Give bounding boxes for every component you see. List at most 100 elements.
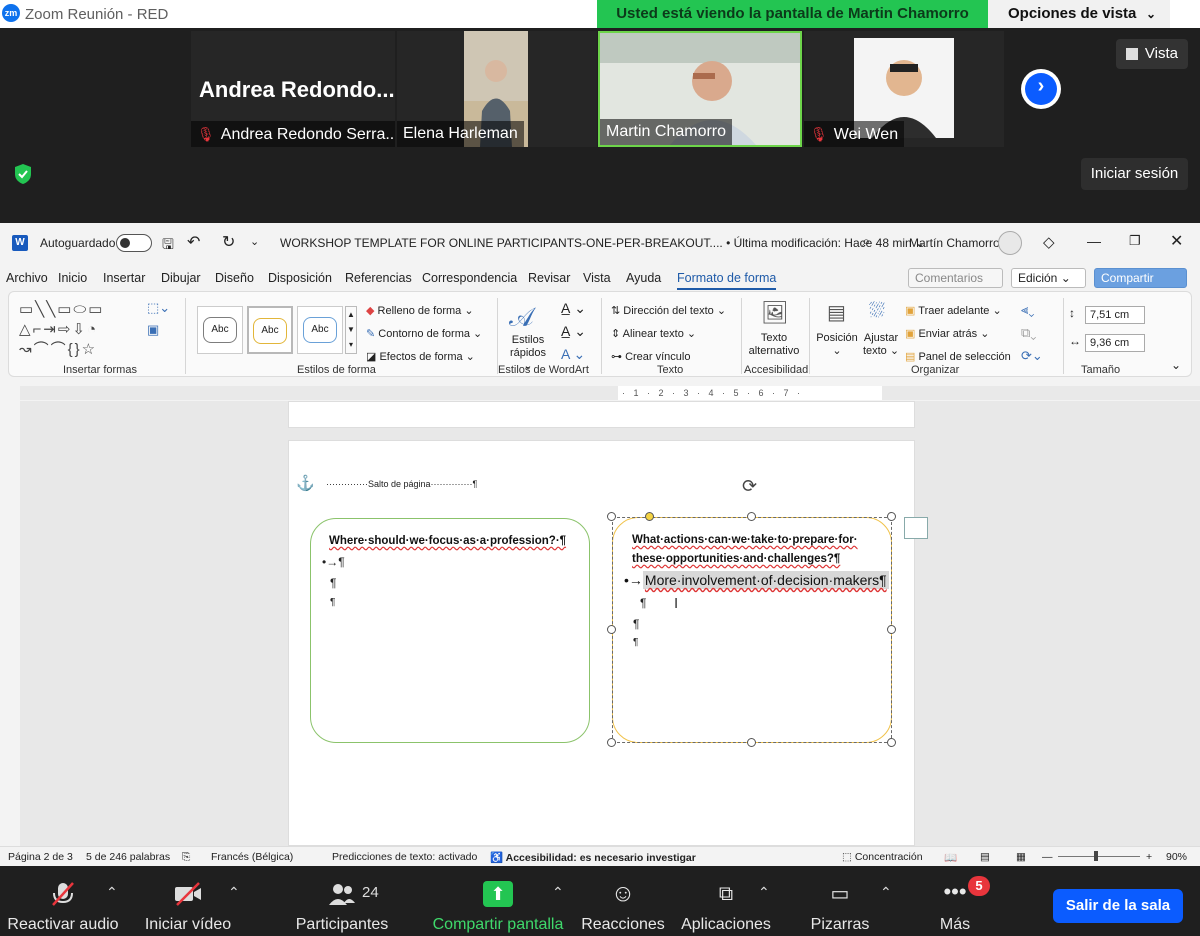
paragraph-mark[interactable]: ¶ [633, 637, 638, 648]
read-mode-icon[interactable]: 📖 [944, 851, 957, 864]
close-icon[interactable]: ✕ [1170, 231, 1183, 251]
vertical-ruler[interactable] [0, 401, 20, 846]
position-button[interactable]: Posición ⌄ [815, 332, 859, 358]
zoom-slider[interactable] [1058, 856, 1140, 857]
collapse-ribbon-icon[interactable]: ⌄ [1171, 358, 1181, 372]
resize-handle-s[interactable] [747, 738, 756, 747]
resize-handle-w[interactable] [607, 625, 616, 634]
tab-revisar[interactable]: Revisar [528, 271, 570, 285]
search-icon[interactable]: ⌕ [862, 233, 870, 250]
tab-dibujar[interactable]: Dibujar [161, 271, 201, 285]
rotate-menu-icon[interactable]: ⟳⌄ [1021, 348, 1043, 364]
shape-height-input[interactable]: 7,51 cm [1085, 306, 1145, 324]
start-video-button[interactable]: Iniciar vídeo [140, 866, 236, 936]
minimize-icon[interactable]: — [1087, 233, 1101, 249]
shapes-gallery[interactable]: ▭╲╲▭⬭▭ △⌐⇥⇨⇩◔ ↝⌒⌒{}☆ [19, 300, 141, 358]
text-box-icon[interactable]: ▣ [147, 322, 159, 338]
layout-options-icon[interactable] [904, 517, 928, 539]
resize-handle-sw[interactable] [607, 738, 616, 747]
participant-tile-andrea[interactable]: Andrea Redondo... 🎙︎ Andrea Redondo Serra… [191, 31, 395, 147]
resize-handle-e[interactable] [887, 625, 896, 634]
horizontal-ruler[interactable] [20, 386, 1200, 400]
tab-ayuda[interactable]: Ayuda [626, 271, 661, 285]
group-icon[interactable]: ⧉⌄ [1021, 325, 1036, 341]
style-gallery-scroll[interactable]: ▲ ▼ ▾ [345, 306, 357, 354]
apps-options-caret-icon[interactable]: ⌃ [758, 884, 770, 901]
unmute-audio-button[interactable]: Reactivar audio [0, 866, 126, 936]
left-bullet-paragraph[interactable]: •→¶ [322, 555, 345, 569]
gallery-next-button[interactable]: › [1021, 69, 1061, 109]
wrap-text-icon[interactable]: ⛆ [869, 300, 885, 323]
apps-button[interactable]: ⧉ Aplicaciones [680, 866, 772, 936]
shape-style-3[interactable]: Abc [297, 306, 343, 354]
zoom-slider-thumb[interactable] [1094, 851, 1098, 861]
resize-handle-ne[interactable] [887, 512, 896, 521]
tab-referencias[interactable]: Referencias [345, 271, 412, 285]
resize-handle-se[interactable] [887, 738, 896, 747]
zoom-in-icon[interactable]: + [1146, 851, 1152, 863]
shape-width-input[interactable]: 9,36 cm [1085, 334, 1145, 352]
reactions-button[interactable]: ☺ Reacciones [580, 866, 666, 936]
right-question[interactable]: What·actions·can·we·take·to·prepare·for·… [632, 531, 858, 569]
zoom-out-icon[interactable]: — [1042, 851, 1053, 863]
tab-diseno[interactable]: Diseño [215, 271, 254, 285]
whiteboards-caret-icon[interactable]: ⌃ [880, 884, 892, 901]
tab-insertar[interactable]: Insertar [103, 271, 145, 285]
participant-tile-martin[interactable]: Martin Chamorro [598, 31, 802, 147]
print-layout-icon[interactable]: ▤ [980, 851, 990, 863]
shape-outline-button[interactable]: ✎ Contorno de forma ⌄ [366, 327, 482, 340]
proofing-icon[interactable]: ⎘ [182, 851, 190, 864]
anchor-icon[interactable]: ⚓ [296, 474, 315, 492]
text-effects-icon[interactable]: A ⌄ [561, 346, 585, 363]
tab-vista[interactable]: Vista [583, 271, 611, 285]
avatar[interactable] [998, 231, 1022, 255]
participants-button[interactable]: Participantes [288, 866, 396, 936]
shape-fill-button[interactable]: ◆ Relleno de forma ⌄ [366, 304, 474, 317]
web-layout-icon[interactable]: ▦ [1016, 851, 1026, 863]
tab-formato-de-forma[interactable]: Formato de forma [677, 271, 777, 290]
paragraph-mark[interactable]: ¶ [640, 596, 646, 610]
word-share-button[interactable]: Compartir [1094, 268, 1187, 288]
text-direction-button[interactable]: ⇅ Dirección del texto ⌄ [611, 304, 726, 317]
quick-styles-icon[interactable]: 𝒜 [509, 302, 534, 334]
resize-handle-nw[interactable] [607, 512, 616, 521]
bring-forward-button[interactable]: ▣ Traer adelante ⌄ [905, 304, 1002, 317]
tab-correspondencia[interactable]: Correspondencia [422, 271, 517, 285]
resize-handle-n[interactable] [747, 512, 756, 521]
view-button[interactable]: Vista [1116, 39, 1188, 69]
audio-options-caret-icon[interactable]: ⌃ [106, 884, 118, 901]
align-icon[interactable]: ⫷⌄ [1021, 302, 1034, 318]
restore-icon[interactable]: ❐ [1129, 233, 1141, 249]
text-outline-icon[interactable]: A̲ ⌄ [561, 323, 586, 340]
customize-toolbar-icon[interactable]: ⌄ [250, 235, 259, 248]
paragraph-mark[interactable]: ¶ [633, 617, 639, 631]
send-backward-button[interactable]: ▣ Enviar atrás ⌄ [905, 327, 989, 340]
diamond-icon[interactable]: ◇ [1043, 233, 1055, 251]
shield-check-icon[interactable] [13, 163, 33, 185]
user-name[interactable]: Martín Chamorro [909, 236, 1000, 250]
tab-archivo[interactable]: Archivo [6, 271, 48, 285]
leave-room-button[interactable]: Salir de la sala [1053, 889, 1183, 923]
paragraph-mark[interactable]: ¶ [330, 576, 336, 590]
undo-icon[interactable]: ↶ [187, 232, 200, 252]
shape-style-1[interactable]: Abc [197, 306, 243, 354]
tab-inicio[interactable]: Inicio [58, 271, 87, 285]
position-icon[interactable]: ▤ [827, 300, 846, 325]
autosave-toggle[interactable] [116, 234, 152, 252]
left-question[interactable]: Where·should·we·focus·as·a·profession?·¶ [329, 532, 566, 551]
whiteboards-button[interactable]: ▭ Pizarras [800, 866, 880, 936]
editing-mode-button[interactable]: Edición ⌄ [1011, 268, 1086, 288]
tab-disposicion[interactable]: Disposición [268, 271, 332, 285]
redo-icon[interactable]: ↻ [222, 232, 235, 252]
comments-button[interactable]: Comentarios [908, 268, 1003, 288]
page-1-bottom[interactable] [288, 401, 915, 428]
paragraph-mark[interactable]: ¶ [330, 597, 335, 608]
share-options-caret-icon[interactable]: ⌃ [552, 884, 564, 901]
shape-effects-button[interactable]: ◪ Efectos de forma ⌄ [366, 350, 475, 363]
wrap-text-button[interactable]: Ajustar texto ⌄ [861, 332, 901, 358]
focus-mode-button[interactable]: ⬚ Concentración [842, 851, 923, 863]
selection-pane-button[interactable]: ▤ Panel de selección [905, 350, 1011, 363]
participant-tile-wei[interactable]: 🎙︎ Wei Wen [804, 31, 1004, 147]
create-link-button[interactable]: ⊶ Crear vínculo [611, 350, 690, 363]
page-indicator[interactable]: Página 2 de 3 [8, 851, 73, 863]
